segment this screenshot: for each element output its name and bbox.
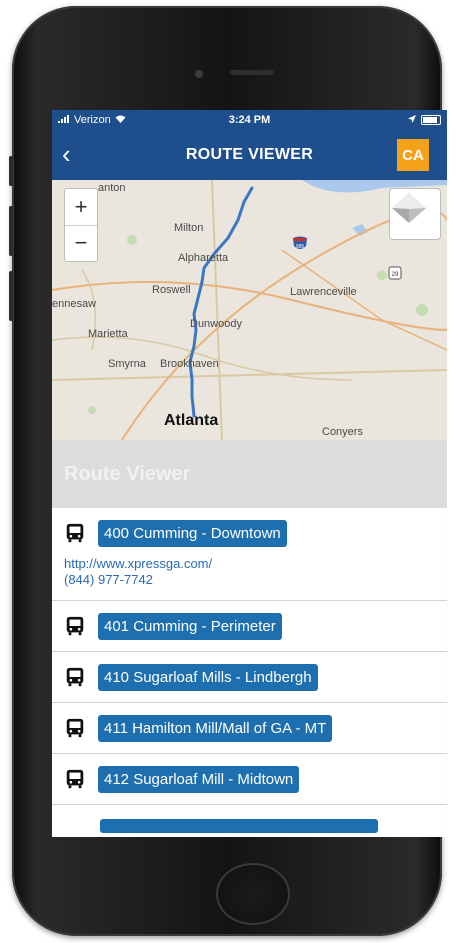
route-phone-link[interactable]: (844) 977-7742	[64, 572, 447, 588]
bus-icon	[66, 769, 84, 789]
section-title: Route Viewer	[64, 462, 191, 485]
mute-switch	[9, 156, 13, 186]
map-label-milton: Milton	[174, 222, 204, 234]
map-label-smyrna: Smyrna	[108, 358, 146, 370]
front-camera	[195, 70, 203, 78]
route-button-412[interactable]: 412 Sugarloaf Mill - Midtown	[98, 765, 300, 793]
earpiece-speaker	[230, 70, 274, 75]
svg-text:29: 29	[392, 272, 399, 278]
route-item-partial	[52, 805, 447, 833]
map-label-anton: anton	[98, 182, 126, 194]
map-label-dunwoody: Dunwoody	[190, 318, 242, 330]
route-viewer-header: Route Viewer	[52, 440, 447, 508]
map-canvas	[52, 180, 447, 440]
map-label-lawrenceville: Lawrenceville	[290, 286, 357, 298]
bus-icon	[66, 616, 84, 636]
route-item-411: 411 Hamilton Mill/Mall of GA - MT	[52, 703, 447, 754]
route-button-partial[interactable]	[100, 819, 378, 833]
bus-icon	[66, 523, 84, 543]
route-button-401[interactable]: 401 Cumming - Perimeter	[98, 612, 282, 640]
map-label-brookhaven: Brookhaven	[160, 358, 219, 370]
map-label-marietta: Marietta	[88, 328, 128, 340]
map-label-conyers: Conyers	[322, 426, 363, 438]
app-screen: Verizon 3:24 PM ‹ ROUTE VIEWER CA anton …	[52, 110, 447, 837]
route-website-link[interactable]: http://www.xpressga.com/	[64, 556, 447, 572]
map-label-alpharetta: Alpharetta	[178, 252, 229, 264]
layers-icon	[392, 193, 426, 223]
map-layers-button[interactable]	[389, 188, 441, 240]
map-label-roswell: Roswell	[152, 284, 191, 296]
status-bar: Verizon 3:24 PM	[52, 110, 447, 130]
zoom-control: + −	[64, 188, 98, 262]
zoom-out-button[interactable]: −	[65, 224, 97, 262]
home-button[interactable]	[216, 863, 290, 925]
route-map[interactable]: anton Milton Alpharetta Roswell Lawrence…	[52, 180, 447, 440]
volume-up-button	[9, 206, 13, 256]
route-list: 400 Cumming - Downtown http://www.xpress…	[52, 508, 447, 833]
map-label-atlanta: Atlanta	[164, 412, 219, 429]
status-time: 3:24 PM	[228, 114, 271, 126]
route-button-411[interactable]: 411 Hamilton Mill/Mall of GA - MT	[98, 714, 333, 742]
svg-text:985: 985	[296, 244, 305, 250]
route-item-400: 400 Cumming - Downtown http://www.xpress…	[52, 508, 447, 601]
route-item-410: 410 Sugarloaf Mills - Lindbergh	[52, 652, 447, 703]
route-button-410[interactable]: 410 Sugarloaf Mills - Lindbergh	[98, 663, 318, 691]
battery-icon	[421, 115, 441, 125]
back-button[interactable]: ‹	[62, 140, 71, 168]
zoom-in-button[interactable]: +	[65, 189, 97, 225]
page-title: ROUTE VIEWER	[185, 146, 314, 163]
route-item-412: 412 Sugarloaf Mill - Midtown	[52, 754, 447, 805]
map-label-ennesaw: ennesaw	[52, 298, 97, 310]
bus-icon	[66, 718, 84, 738]
location-arrow-icon	[408, 114, 416, 126]
bus-icon	[66, 667, 84, 687]
route-button-400[interactable]: 400 Cumming - Downtown	[98, 519, 287, 547]
ca-badge-button[interactable]: CA	[397, 139, 429, 171]
route-item-401: 401 Cumming - Perimeter	[52, 601, 447, 652]
nav-bar: ‹ ROUTE VIEWER CA	[52, 130, 447, 180]
volume-down-button	[9, 271, 13, 321]
